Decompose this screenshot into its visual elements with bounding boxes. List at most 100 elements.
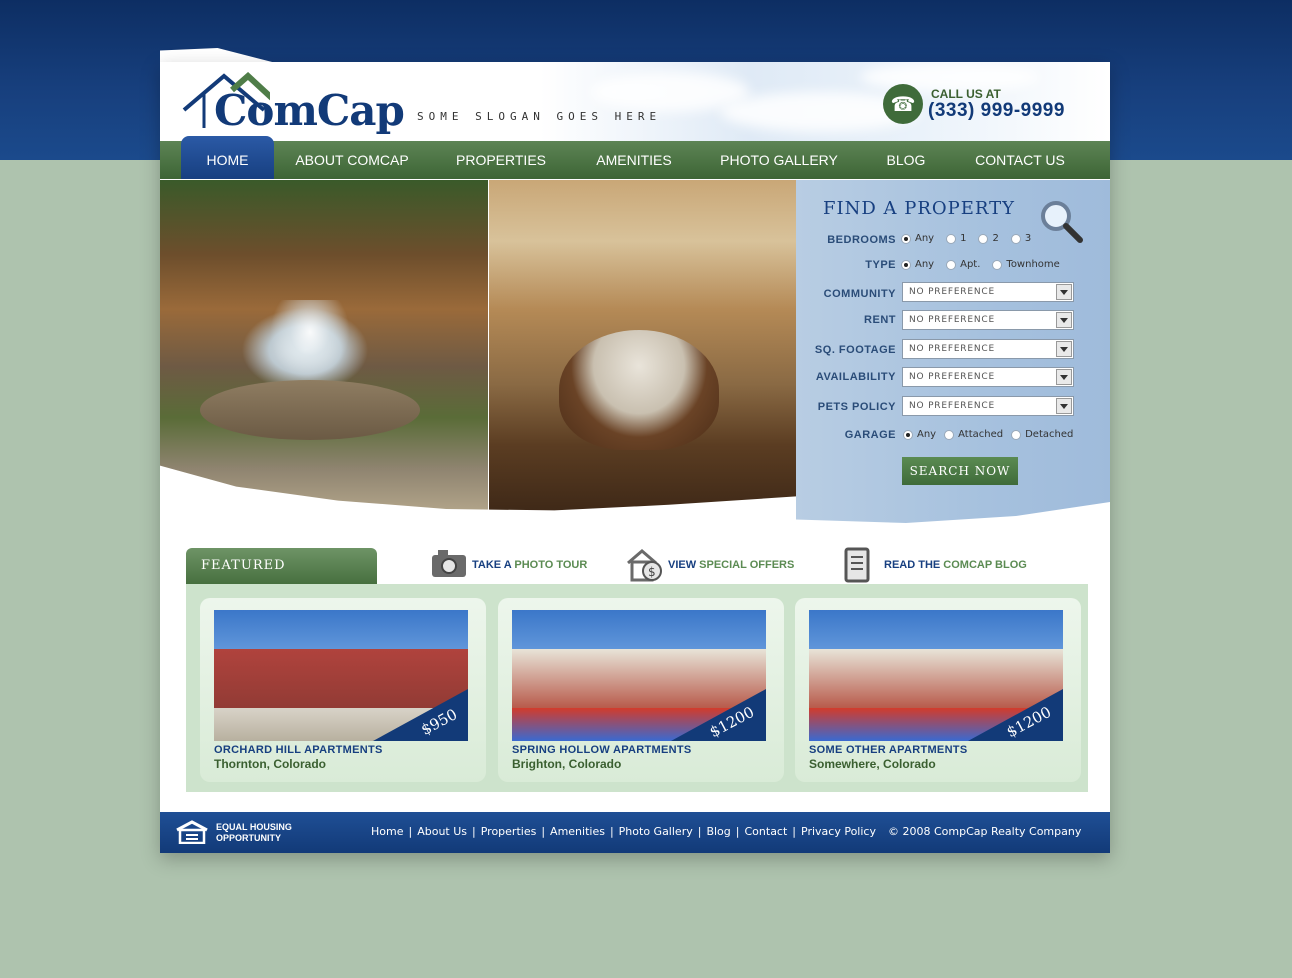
call-label: CALL US AT (931, 87, 1001, 101)
site-header: ComCap SOME SLOGAN GOES HERE ☎ CALL US A… (160, 62, 1110, 141)
radio-label: 3 (1024, 233, 1032, 244)
nav-contact[interactable]: CONTACT US (970, 141, 1070, 179)
chevron-down-icon[interactable] (1056, 369, 1072, 385)
footer-links: Home | About Us | Properties | Amenities… (371, 825, 1081, 838)
house-dollar-icon: $ (627, 549, 662, 582)
property-photo[interactable]: $1200 (512, 610, 766, 741)
type-apt-radio[interactable] (946, 259, 957, 270)
ql-accent: COMCAP BLOG (943, 559, 1027, 571)
footer-separator: | (735, 825, 740, 838)
type-radios: Any Apt. Townhome (901, 259, 1072, 270)
pets-select[interactable]: NO PREFERENCE (902, 396, 1074, 416)
availability-select[interactable]: NO PREFERENCE (902, 367, 1074, 387)
logo-text: ComCap (214, 86, 405, 135)
footer-link-photo-gallery[interactable]: Photo Gallery (619, 825, 693, 838)
comcap-blog-link[interactable]: READ THE COMCAP BLOG (842, 545, 1027, 585)
radio-label: Any (915, 259, 935, 270)
radio-label: Detached (1025, 429, 1074, 440)
nav-amenities[interactable]: AMENITIES (588, 141, 680, 179)
select-value: NO PREFERENCE (909, 401, 995, 411)
featured-properties-tab: FEATURED PROPERTIES (186, 548, 377, 609)
magnifier-icon (1041, 201, 1083, 243)
property-name[interactable]: SOME OTHER APARTMENTS (809, 744, 967, 756)
radio-label: Any (917, 429, 937, 440)
footer-link-contact[interactable]: Contact (745, 825, 788, 838)
footer-separator: | (541, 825, 546, 838)
footer-separator: | (609, 825, 614, 838)
footer-separator: | (408, 825, 413, 838)
property-card[interactable]: $1200 SOME OTHER APARTMENTS Somewhere, C… (795, 598, 1081, 782)
search-title: FIND A PROPERTY (823, 198, 1016, 219)
select-value: NO PREFERENCE (909, 372, 995, 382)
property-card[interactable]: $1200 SPRING HOLLOW APARTMENTS Brighton,… (498, 598, 784, 782)
footer-link-blog[interactable]: Blog (706, 825, 730, 838)
type-townhome-radio[interactable] (992, 259, 1003, 270)
footer-link-home[interactable]: Home (371, 825, 403, 838)
eho-line: EQUAL HOUSING (216, 822, 292, 832)
chevron-down-icon[interactable] (1056, 341, 1072, 357)
slogan: SOME SLOGAN GOES HERE (417, 110, 662, 123)
eho-line: OPPORTUNITY (216, 833, 282, 843)
property-search-panel: FIND A PROPERTY BEDROOMS Any 1 2 3 TYPE … (796, 180, 1110, 523)
radio-label: Attached (958, 429, 1004, 440)
document-icon (844, 547, 870, 583)
nav-photo-gallery[interactable]: PHOTO GALLERY (718, 141, 840, 179)
property-location: Somewhere, Colorado (809, 757, 936, 771)
property-location: Thornton, Colorado (214, 757, 326, 771)
bedrooms-2-radio[interactable] (978, 233, 989, 244)
footer-link-properties[interactable]: Properties (481, 825, 537, 838)
footer-link-privacy[interactable]: Privacy Policy (801, 825, 876, 838)
chevron-down-icon[interactable] (1056, 312, 1072, 328)
photo-tour-link[interactable]: TAKE A PHOTO TOUR (430, 545, 587, 585)
nav-home[interactable]: HOME (181, 136, 274, 179)
nav-blog[interactable]: BLOG (880, 141, 932, 179)
special-offers-link[interactable]: $ VIEW SPECIAL OFFERS (626, 545, 794, 585)
property-name[interactable]: ORCHARD HILL APARTMENTS (214, 744, 383, 756)
page-container: ComCap SOME SLOGAN GOES HERE ☎ CALL US A… (160, 62, 1110, 853)
featured-properties-area: $950 ORCHARD HILL APARTMENTS Thornton, C… (186, 584, 1088, 792)
footer-link-amenities[interactable]: Amenities (550, 825, 605, 838)
hero-photo-lobby (489, 180, 796, 520)
bedrooms-3-radio[interactable] (1010, 233, 1021, 244)
community-select[interactable]: NO PREFERENCE (902, 282, 1074, 302)
garage-any-radio[interactable] (903, 429, 913, 440)
footer-separator: | (697, 825, 702, 838)
garage-detached-radio[interactable] (1011, 429, 1022, 440)
phone-icon: ☎ (883, 84, 923, 124)
nav-properties[interactable]: PROPERTIES (448, 141, 554, 179)
sqft-select[interactable]: NO PREFERENCE (902, 339, 1074, 359)
site-logo[interactable]: ComCap (180, 72, 410, 135)
select-value: NO PREFERENCE (909, 344, 995, 354)
rent-select[interactable]: NO PREFERENCE (902, 310, 1074, 330)
camera-icon (432, 550, 466, 577)
property-name[interactable]: SPRING HOLLOW APARTMENTS (512, 744, 692, 756)
radio-label: 1 (960, 233, 967, 244)
footer-link-about[interactable]: About Us (417, 825, 467, 838)
select-value: NO PREFERENCE (909, 287, 995, 297)
equal-housing-icon (176, 820, 208, 844)
property-photo[interactable]: $950 (214, 610, 468, 741)
property-card[interactable]: $950 ORCHARD HILL APARTMENTS Thornton, C… (200, 598, 486, 782)
hero-photo-courtyard (160, 180, 488, 520)
ql-pre: TAKE A (472, 559, 515, 571)
bedrooms-1-radio[interactable] (946, 233, 957, 244)
bedrooms-any-radio[interactable] (901, 233, 911, 244)
copyright-text: © 2008 CompCap Realty Company (887, 825, 1082, 838)
nav-about[interactable]: ABOUT COMCAP (290, 141, 414, 179)
ql-accent: SPECIAL OFFERS (699, 559, 795, 571)
chevron-down-icon[interactable] (1056, 284, 1072, 300)
select-value: NO PREFERENCE (909, 315, 995, 325)
site-footer: EQUAL HOUSING OPPORTUNITY Home | About U… (160, 812, 1110, 853)
phone-number[interactable]: (333) 999-9999 (928, 100, 1065, 122)
search-now-button[interactable]: SEARCH NOW (902, 457, 1018, 485)
photo-tour-text: TAKE A PHOTO TOUR (472, 559, 587, 571)
equal-housing-text: EQUAL HOUSING OPPORTUNITY (216, 822, 326, 844)
chevron-down-icon[interactable] (1056, 398, 1072, 414)
property-photo[interactable]: $1200 (809, 610, 1063, 741)
property-location: Brighton, Colorado (512, 757, 622, 771)
garage-attached-radio[interactable] (944, 429, 955, 440)
type-any-radio[interactable] (901, 259, 911, 270)
bedrooms-radios: Any 1 2 3 (901, 233, 1043, 244)
footer-separator: | (472, 825, 476, 838)
main-nav: HOME ABOUT COMCAP PROPERTIES AMENITIES P… (160, 136, 1110, 179)
